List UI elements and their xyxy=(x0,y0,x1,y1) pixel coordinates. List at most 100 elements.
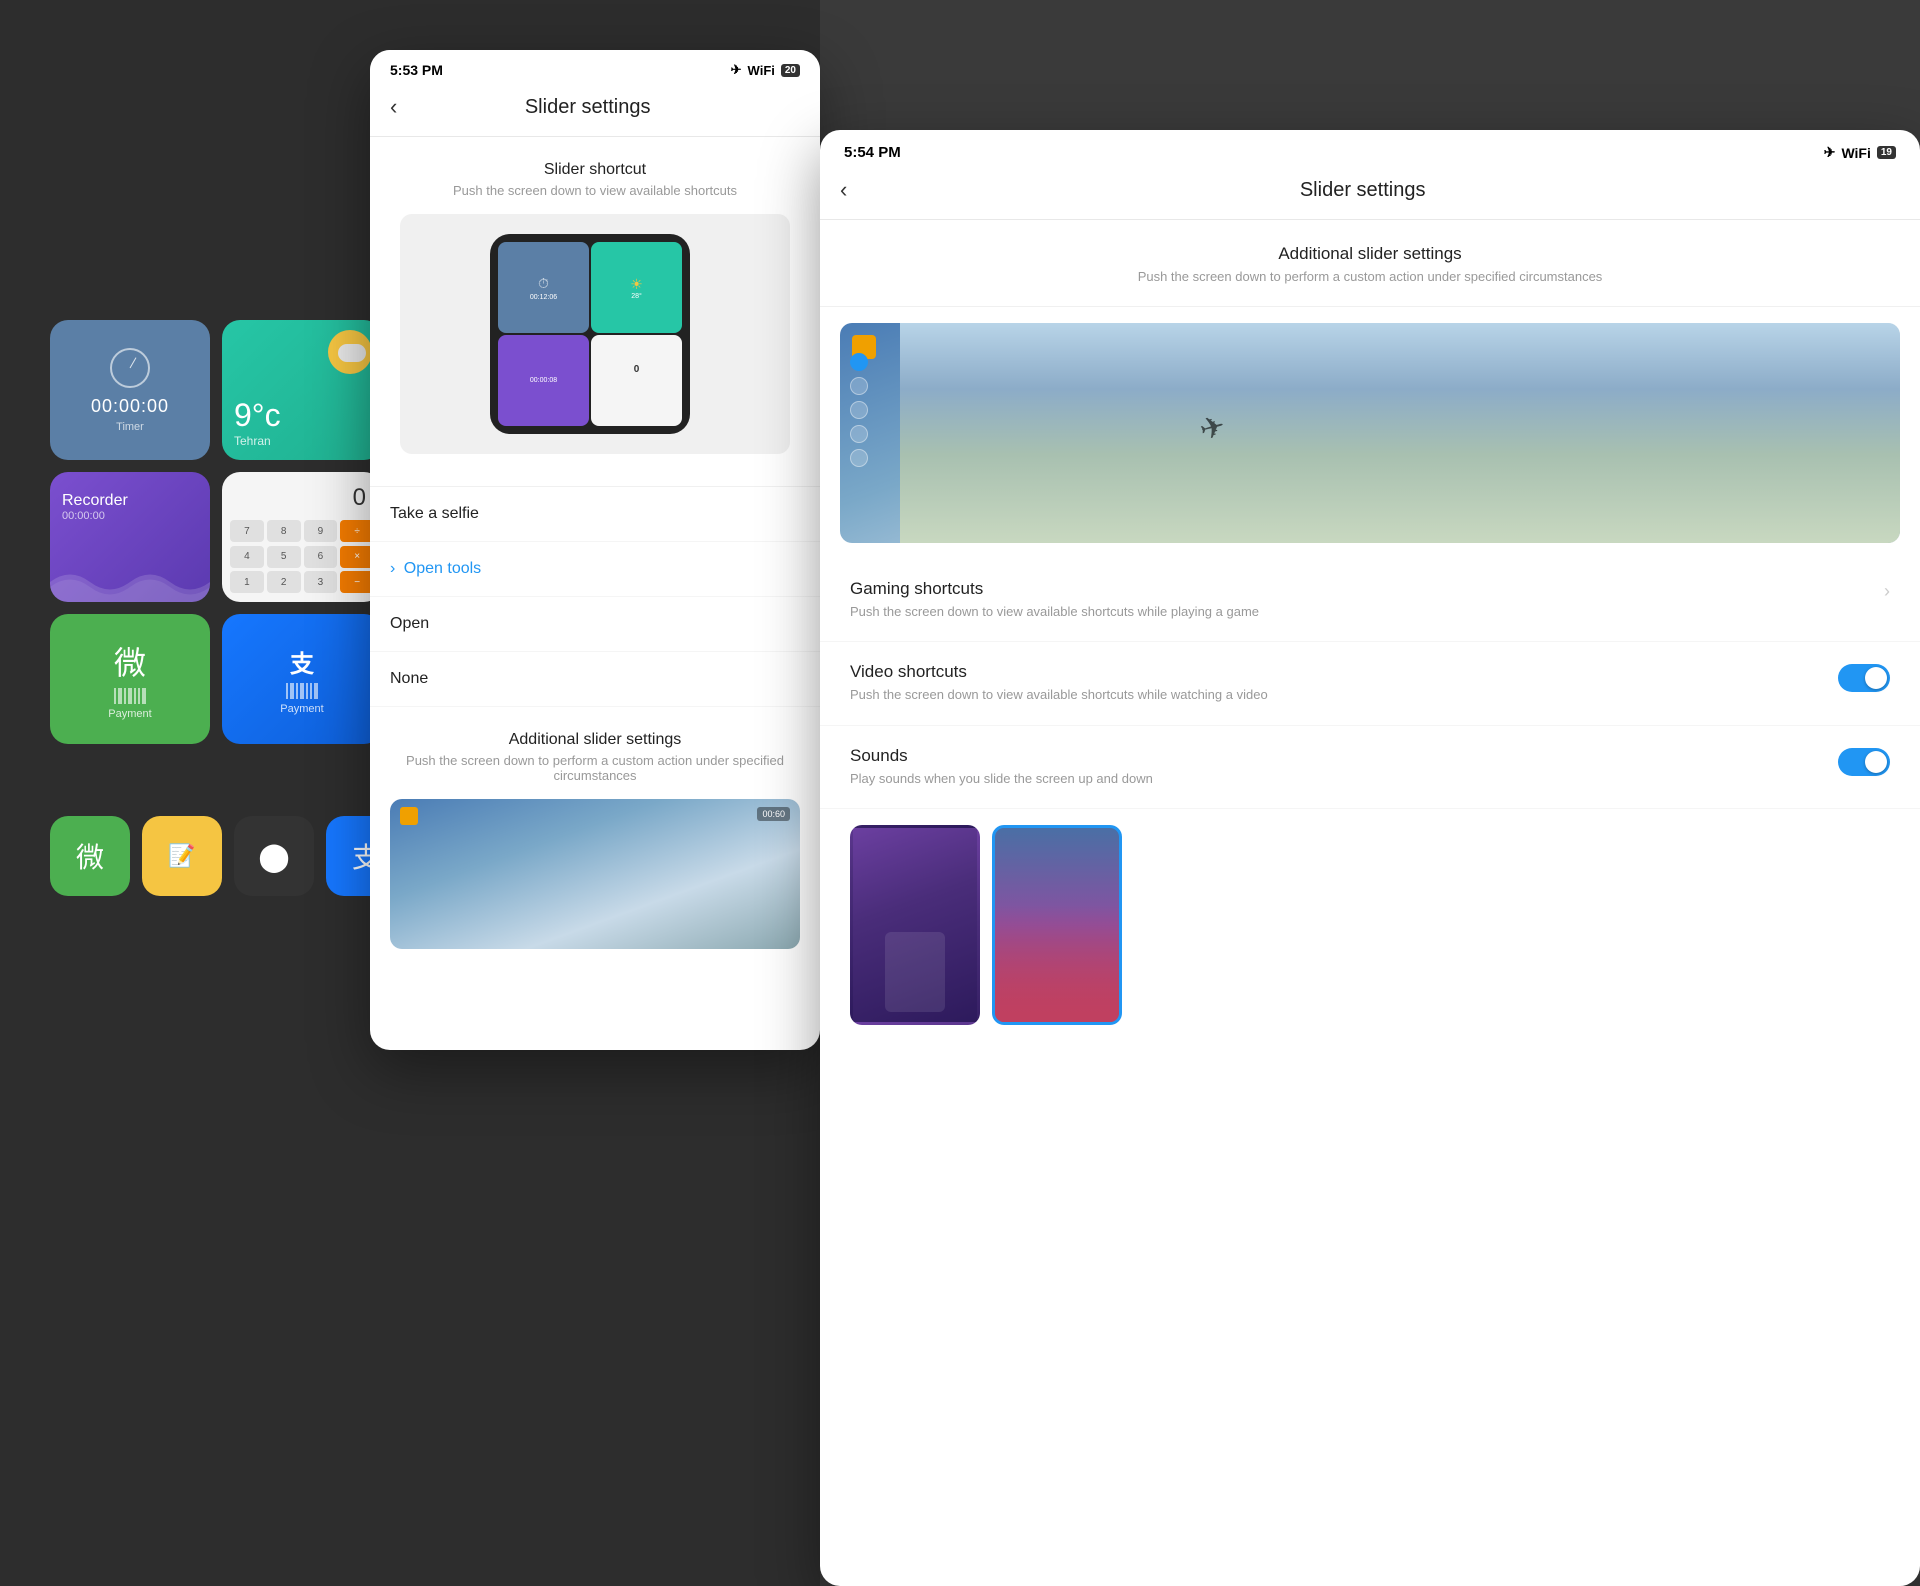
barcode-line xyxy=(142,688,146,704)
center-back-button[interactable]: ‹ xyxy=(390,94,397,120)
calc-btn[interactable]: ÷ xyxy=(340,520,374,542)
battery-icon: 20 xyxy=(781,64,800,77)
game-dot xyxy=(850,401,868,419)
recorder-label: Recorder xyxy=(62,492,198,510)
calc-btn[interactable]: 2 xyxy=(267,571,301,593)
video-shortcuts-title: Video shortcuts xyxy=(850,662,1838,682)
menu-item-open[interactable]: Open xyxy=(370,597,820,652)
calculator-tile[interactable]: 0 7 8 9 ÷ 4 5 6 × 1 2 3 − xyxy=(222,472,382,602)
additional-subtitle: Push the screen down to perform a custom… xyxy=(390,753,800,783)
barcode-line xyxy=(300,683,304,699)
camera-small-icon[interactable]: ⬤ xyxy=(234,816,314,896)
wechat-payment-tile[interactable]: 微 Payment xyxy=(50,614,210,744)
center-status-icons: ✈ WiFi 20 xyxy=(731,62,800,78)
video-shortcuts-row[interactable]: Video shortcuts Push the screen down to … xyxy=(820,642,1920,725)
right-additional-title: Additional slider settings xyxy=(850,244,1890,264)
menu-item-selfie[interactable]: Take a selfie xyxy=(370,487,820,542)
recorder-time: 00:00:00 xyxy=(62,510,198,522)
game-dot xyxy=(850,425,868,443)
calc-btn[interactable]: 4 xyxy=(230,546,264,568)
wallpaper-building-silhouette xyxy=(885,932,945,1012)
wifi-icon: WiFi xyxy=(748,63,775,78)
wallpaper-building[interactable] xyxy=(992,825,1122,1025)
calc-btn[interactable]: 7 xyxy=(230,520,264,542)
barcode-line xyxy=(138,688,140,704)
video-shortcuts-desc: Push the screen down to view available s… xyxy=(850,686,1838,704)
sounds-toggle[interactable] xyxy=(1838,748,1890,776)
toggle-knob xyxy=(1865,667,1887,689)
alipay-tile[interactable]: 支 Payment xyxy=(222,614,382,744)
timer-label: Timer xyxy=(116,421,144,433)
calc-btn[interactable]: 6 xyxy=(304,546,338,568)
recorder-tile[interactable]: Recorder 00:00:00 xyxy=(50,472,210,602)
notes-small-icon[interactable]: 📝 xyxy=(142,816,222,896)
wechat-icon: 微 xyxy=(114,638,146,684)
additional-section: Additional slider settings Push the scre… xyxy=(370,707,820,965)
wechat-small-icon[interactable]: 微 xyxy=(50,816,130,896)
preview-shell-wrapper: ⏱ 00:12:06 ☀ 28° 00:00:08 0 xyxy=(490,234,700,434)
gaming-preview: ⬥ 00 00 60 ✈ xyxy=(840,323,1900,543)
barcode-line xyxy=(114,688,116,704)
gaming-shortcuts-row[interactable]: Gaming shortcuts Push the screen down to… xyxy=(820,559,1920,642)
wallpaper-purple[interactable] xyxy=(850,825,980,1025)
center-time: 5:53 PM xyxy=(390,62,443,78)
barcode-line xyxy=(118,688,122,704)
game-hud: 00:60 xyxy=(757,807,790,821)
center-phone: 5:53 PM ✈ WiFi 20 ‹ Slider settings Slid… xyxy=(370,50,820,1050)
calc-btn[interactable]: 8 xyxy=(267,520,301,542)
menu-item-tools[interactable]: › Open tools xyxy=(370,542,820,597)
phone-preview: ⏱ 00:12:06 ☀ 28° 00:00:08 0 xyxy=(400,214,790,454)
right-page-title: Slider settings xyxy=(859,179,1866,202)
gaming-shortcuts-content: Gaming shortcuts Push the screen down to… xyxy=(850,579,1884,621)
barcode-lines xyxy=(114,688,146,704)
airplane-icon: ✈ xyxy=(1196,409,1229,449)
right-phone: 5:54 PM ✈ WiFi 19 ‹ Slider settings Addi… xyxy=(820,130,1920,1586)
timer-tile[interactable]: 00:00:00 Timer xyxy=(50,320,210,460)
calc-btn[interactable]: − xyxy=(340,571,374,593)
slider-shortcut-title: Slider shortcut xyxy=(390,161,800,179)
game-side-controls xyxy=(850,353,868,467)
preview-weather: ☀ 28° xyxy=(591,242,682,333)
menu-item-none[interactable]: None xyxy=(370,652,820,707)
airplane-icon: ✈ xyxy=(731,62,742,78)
calc-btn[interactable]: 5 xyxy=(267,546,301,568)
slider-shortcut-section: Slider shortcut Push the screen down to … xyxy=(370,137,820,487)
cloud-icon xyxy=(338,344,366,362)
calc-display: 0 xyxy=(230,480,374,516)
wallpaper-row xyxy=(820,809,1920,1041)
gaming-shortcuts-desc: Push the screen down to view available s… xyxy=(850,603,1884,621)
center-status-bar: 5:53 PM ✈ WiFi 20 xyxy=(370,50,820,86)
right-wifi-icon: WiFi xyxy=(1841,145,1870,161)
game-icon xyxy=(400,807,418,825)
sounds-row[interactable]: Sounds Play sounds when you slide the sc… xyxy=(820,726,1920,809)
right-additional-section: Additional slider settings Push the scre… xyxy=(820,220,1920,307)
center-page-header: ‹ Slider settings xyxy=(370,86,820,137)
right-status-icons: ✈ WiFi 19 xyxy=(1824,144,1896,161)
video-shortcuts-toggle[interactable] xyxy=(1838,664,1890,692)
sounds-toggle-wrapper xyxy=(1838,746,1890,776)
right-back-button[interactable]: ‹ xyxy=(840,177,847,203)
additional-title: Additional slider settings xyxy=(390,731,800,749)
game-dot xyxy=(850,449,868,467)
sounds-content: Sounds Play sounds when you slide the sc… xyxy=(850,746,1838,788)
calc-btn[interactable]: 3 xyxy=(304,571,338,593)
wechat-pay-label: Payment xyxy=(108,708,151,720)
barcode-lines xyxy=(286,683,318,699)
weather-tile[interactable]: 9°c Tehran xyxy=(222,320,382,460)
alipay-label: Payment xyxy=(280,703,323,715)
barcode-line xyxy=(286,683,288,699)
bottom-game-preview: 00:60 xyxy=(390,799,800,949)
right-battery-icon: 19 xyxy=(1877,146,1896,159)
barcode-line xyxy=(306,683,308,699)
right-airplane-icon: ✈ xyxy=(1824,144,1836,161)
barcode-line xyxy=(310,683,312,699)
preview-phone-shell: ⏱ 00:12:06 ☀ 28° 00:00:08 0 xyxy=(490,234,690,434)
barcode-line xyxy=(314,683,318,699)
timer-time: 00:00:00 xyxy=(91,396,169,417)
calc-btn[interactable]: × xyxy=(340,546,374,568)
preview-timer: ⏱ 00:12:06 xyxy=(498,242,589,333)
clock-icon xyxy=(110,348,150,388)
toggle-knob xyxy=(1865,751,1887,773)
calc-btn[interactable]: 1 xyxy=(230,571,264,593)
calc-btn[interactable]: 9 xyxy=(304,520,338,542)
